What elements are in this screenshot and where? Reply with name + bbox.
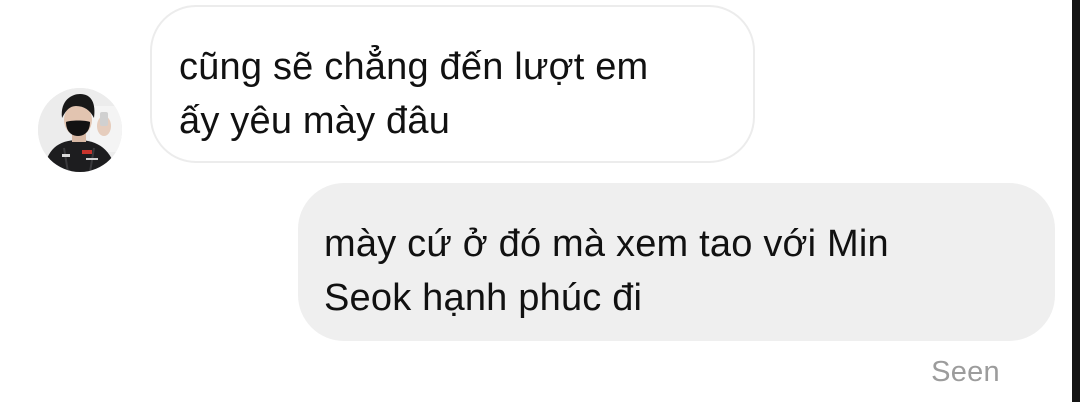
screen-edge [1072, 0, 1080, 402]
chat-thread: cũng sẽ chẳng đến lượt em ấy yêu mày đâu… [0, 0, 1080, 402]
seen-status: Seen [931, 356, 1000, 388]
message-text-line: Seok hạnh phúc đi [324, 277, 643, 319]
message-text-line: cũng sẽ chẳng đến lượt em [179, 46, 649, 88]
message-text-line: mày cứ ở đó mà xem tao với Min [324, 223, 889, 265]
profile-photo-icon [38, 88, 122, 172]
sender-avatar[interactable] [38, 88, 122, 172]
message-text-line: ấy yêu mày đâu [179, 100, 451, 142]
incoming-message-bubble[interactable]: cũng sẽ chẳng đến lượt em ấy yêu mày đâu [150, 5, 755, 163]
outgoing-message-bubble[interactable]: mày cứ ở đó mà xem tao với Min Seok hạnh… [298, 183, 1055, 341]
